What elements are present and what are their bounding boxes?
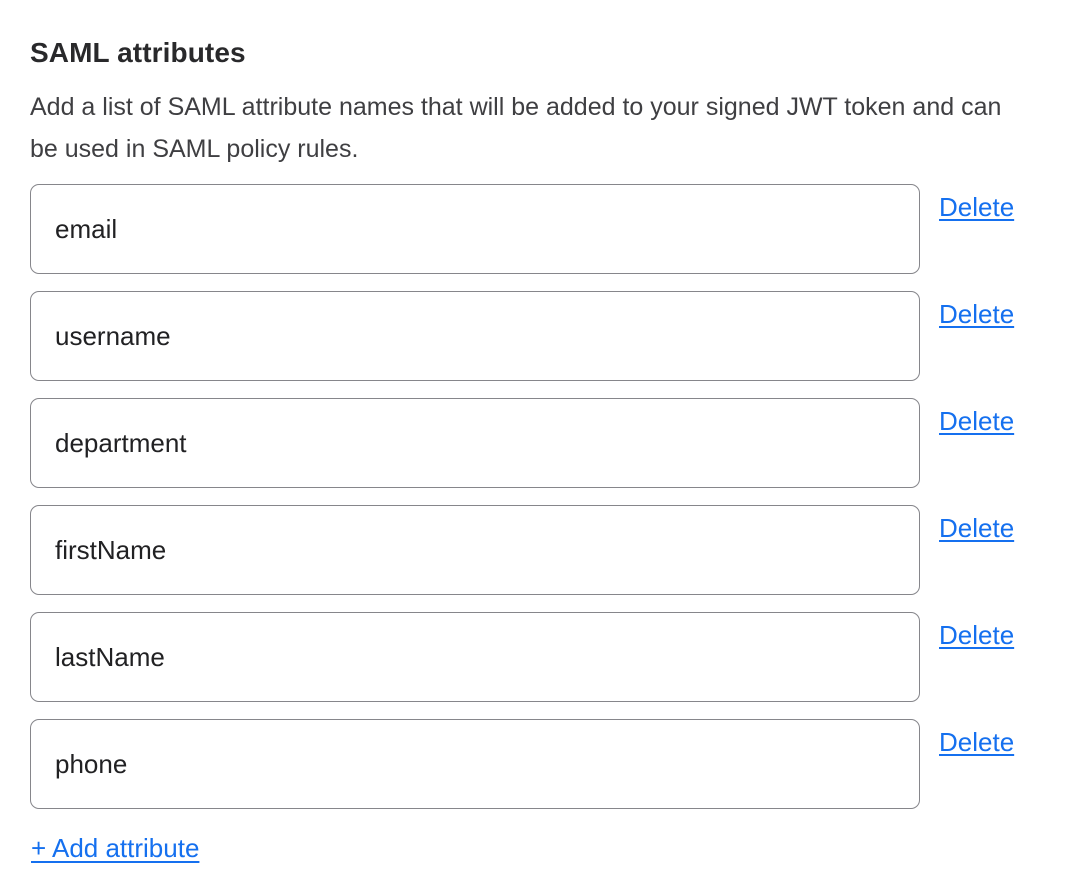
saml-attributes-section: SAML attributes Add a list of SAML attri… xyxy=(0,0,1066,886)
attribute-input-lastname[interactable] xyxy=(30,612,920,702)
delete-link[interactable]: Delete xyxy=(939,299,1014,330)
attribute-row: Delete xyxy=(30,612,1036,702)
delete-link[interactable]: Delete xyxy=(939,192,1014,223)
add-attribute-link[interactable]: + Add attribute xyxy=(31,832,199,864)
attribute-row: Delete xyxy=(30,184,1036,274)
attribute-input-department[interactable] xyxy=(30,398,920,488)
attribute-row: Delete xyxy=(30,398,1036,488)
delete-link[interactable]: Delete xyxy=(939,513,1014,544)
attribute-row: Delete xyxy=(30,505,1036,595)
attribute-input-firstname[interactable] xyxy=(30,505,920,595)
section-description: Add a list of SAML attribute names that … xyxy=(30,86,1036,170)
delete-link[interactable]: Delete xyxy=(939,620,1014,651)
attribute-row: Delete xyxy=(30,291,1036,381)
delete-link[interactable]: Delete xyxy=(939,727,1014,758)
section-title: SAML attributes xyxy=(30,36,1036,70)
delete-link[interactable]: Delete xyxy=(939,406,1014,437)
attribute-input-email[interactable] xyxy=(30,184,920,274)
attribute-input-phone[interactable] xyxy=(30,719,920,809)
attribute-input-username[interactable] xyxy=(30,291,920,381)
attribute-row: Delete xyxy=(30,719,1036,809)
